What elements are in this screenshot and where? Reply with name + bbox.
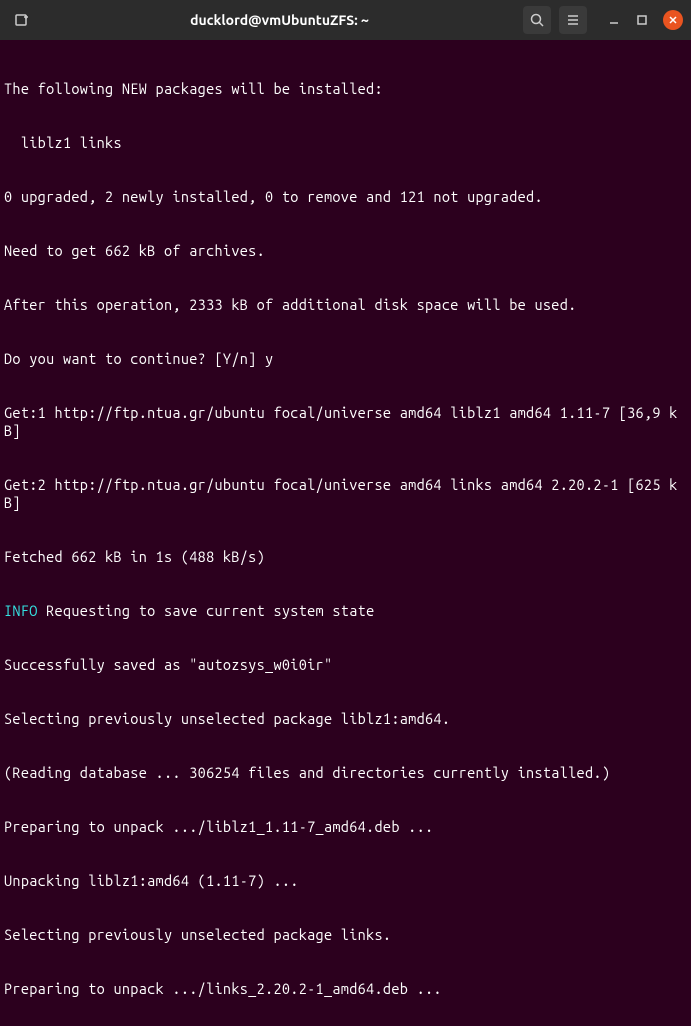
output-line: Preparing to unpack .../links_2.20.2-1_a… [4, 980, 687, 998]
minimize-button[interactable] [607, 13, 621, 27]
titlebar-right [523, 6, 683, 34]
output-line: Get:1 http://ftp.ntua.gr/ubuntu focal/un… [4, 404, 687, 440]
output-line: Unpacking liblz1:amd64 (1.11-7) ... [4, 872, 687, 890]
search-button[interactable] [523, 6, 551, 34]
maximize-button[interactable] [635, 13, 649, 27]
output-line: Preparing to unpack .../liblz1_1.11-7_am… [4, 818, 687, 836]
output-line: Do you want to continue? [Y/n] y [4, 350, 687, 368]
search-icon [530, 13, 544, 27]
output-line: (Reading database ... 306254 files and d… [4, 764, 687, 782]
close-button[interactable] [663, 10, 683, 30]
menu-button[interactable] [559, 6, 587, 34]
new-tab-icon [14, 12, 30, 28]
output-line: liblz1 links [4, 134, 687, 152]
new-tab-button[interactable] [8, 6, 36, 34]
window-title: ducklord@vmUbuntuZFS: ~ [44, 12, 515, 28]
maximize-icon [636, 14, 648, 26]
terminal-output[interactable]: The following NEW packages will be insta… [0, 40, 691, 1026]
output-line: INFO Requesting to save current system s… [4, 602, 687, 620]
close-icon [668, 15, 678, 25]
output-line: Selecting previously unselected package … [4, 926, 687, 944]
output-line: Fetched 662 kB in 1s (488 kB/s) [4, 548, 687, 566]
output-line: Successfully saved as "autozsys_w0i0ir" [4, 656, 687, 674]
output-line: After this operation, 2333 kB of additio… [4, 296, 687, 314]
hamburger-icon [566, 13, 580, 27]
info-text: Requesting to save current system state [38, 602, 375, 619]
output-line: Need to get 662 kB of archives. [4, 242, 687, 260]
info-tag: INFO [4, 602, 38, 619]
output-line: The following NEW packages will be insta… [4, 80, 687, 98]
titlebar-left [8, 6, 36, 34]
window-controls [607, 10, 683, 30]
output-line: Get:2 http://ftp.ntua.gr/ubuntu focal/un… [4, 476, 687, 512]
output-line: Selecting previously unselected package … [4, 710, 687, 728]
minimize-icon [608, 14, 620, 26]
titlebar: ducklord@vmUbuntuZFS: ~ [0, 0, 691, 40]
output-line: 0 upgraded, 2 newly installed, 0 to remo… [4, 188, 687, 206]
